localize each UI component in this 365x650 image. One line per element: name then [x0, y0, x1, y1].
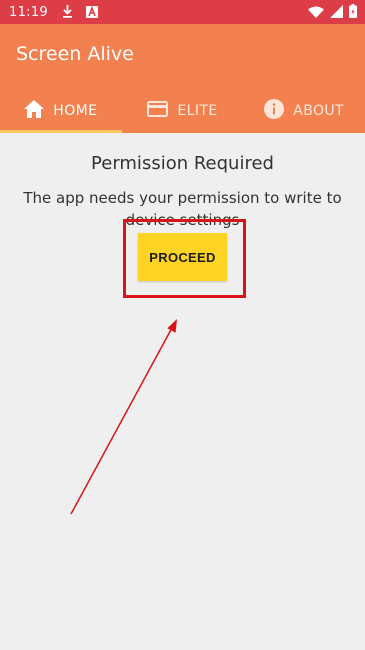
- battery-icon: [349, 3, 357, 22]
- status-time: 11:19: [9, 4, 48, 20]
- proceed-button[interactable]: PROCEED: [138, 233, 227, 281]
- tab-home-label: HOME: [53, 102, 98, 119]
- tab-elite[interactable]: ELITE: [122, 88, 244, 133]
- signal-icon: [330, 3, 343, 22]
- tab-bar: HOME ELITE ABOUT: [0, 88, 365, 133]
- download-icon: [62, 3, 73, 22]
- card-icon: [147, 100, 169, 121]
- app-title: Screen Alive: [16, 43, 134, 65]
- status-bar: 11:19: [0, 0, 365, 24]
- tab-home[interactable]: HOME: [0, 88, 122, 133]
- tab-about[interactable]: ABOUT: [243, 88, 365, 133]
- app-a-icon: [85, 3, 98, 22]
- tab-elite-label: ELITE: [177, 102, 218, 119]
- tab-about-label: ABOUT: [293, 102, 345, 119]
- info-icon: [264, 98, 285, 123]
- wifi-icon: [308, 3, 324, 22]
- home-content: Permission Required The app needs your p…: [0, 133, 365, 650]
- app-bar: Screen Alive HOME ELITE ABOUT: [0, 24, 365, 133]
- permission-heading: Permission Required: [91, 153, 274, 174]
- home-icon: [24, 99, 45, 122]
